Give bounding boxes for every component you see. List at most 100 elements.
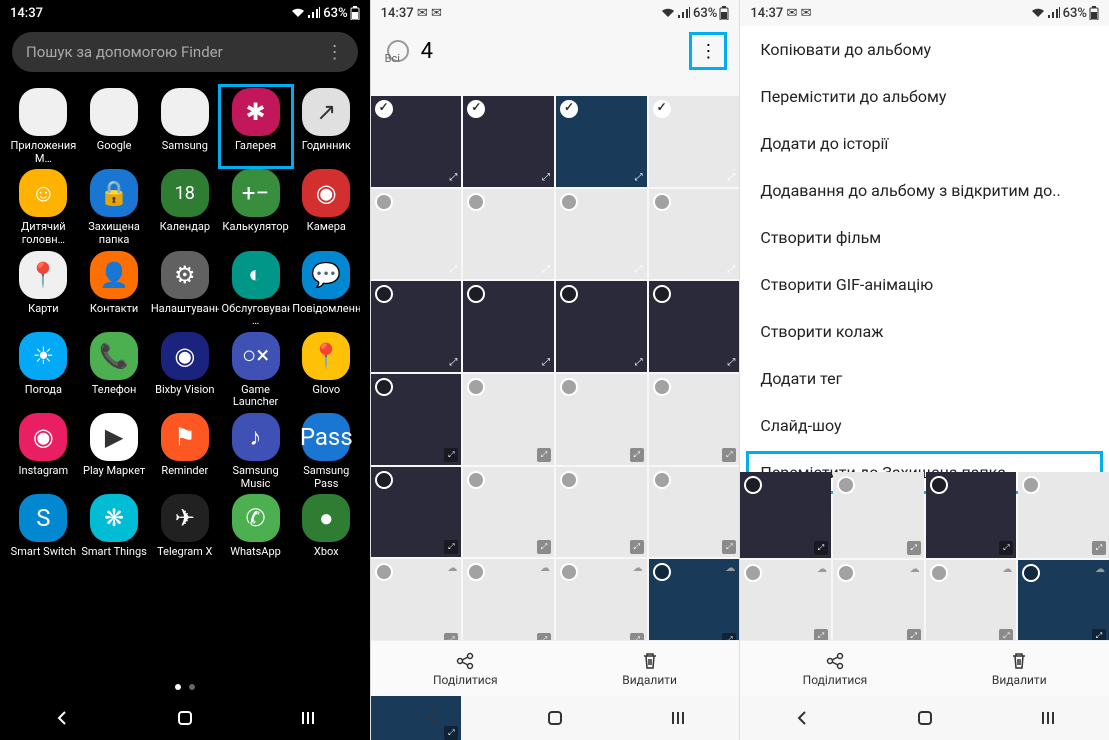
thumb-checkbox[interactable] [375,193,393,211]
more-button[interactable]: ⋮ [693,36,723,66]
app-reminder[interactable]: ⚑Reminder [151,413,219,490]
app-game-launcher[interactable]: ○×Game Launcher [222,332,290,409]
thumbnail[interactable]: ⤢ [556,281,647,372]
thumb-checkbox[interactable] [930,564,948,582]
app-календар[interactable]: 18Календар [151,169,219,246]
thumbnail[interactable]: ⤢☁ [556,559,647,650]
app-google[interactable]: Google [80,88,148,165]
thumbnail[interactable]: ⤢☁ [926,560,1017,646]
menu-item[interactable]: Слайд-шоу [740,402,1109,449]
nav-back[interactable] [52,708,72,728]
thumbnail[interactable]: ⤢ [371,189,462,280]
thumb-checkbox[interactable] [560,285,578,303]
menu-item[interactable]: Створити фільм [740,214,1109,261]
app-годинник[interactable]: ↗Годинник [292,88,360,165]
nav-recent[interactable] [298,708,318,728]
app-обслуговування--[interactable]: ◐Обслуговування … [222,251,290,328]
thumbnail[interactable]: ⤢☁ [463,559,554,650]
app-пов-домлення[interactable]: 💬Повідомлення [292,251,360,328]
app-play-маркет[interactable]: ▶Play Маркет [80,413,148,490]
thumbnail[interactable]: ⤢ [371,96,462,187]
thumbnail[interactable]: ⤢ [1018,472,1109,558]
nav-back[interactable] [422,708,442,728]
thumb-checkbox[interactable] [653,378,671,396]
thumbnail[interactable]: ⤢☁ [371,559,462,650]
thumb-checkbox[interactable] [467,471,485,489]
thumb-checkbox[interactable] [467,100,485,118]
share-button[interactable]: Поділитися [433,651,498,687]
thumbnail[interactable]: ⤢ [463,467,554,558]
thumb-checkbox[interactable] [560,100,578,118]
thumb-checkbox[interactable] [467,285,485,303]
thumb-checkbox[interactable] [375,471,393,489]
share-button[interactable]: Поділитися [803,651,868,687]
app-калькулятор[interactable]: +−Калькулятор [222,169,290,246]
thumb-checkbox[interactable] [653,285,671,303]
app-галерея[interactable]: ✱Галерея [222,88,290,165]
thumb-checkbox[interactable] [744,476,762,494]
app-xbox[interactable]: ●Xbox [292,494,360,559]
nav-home[interactable] [915,708,935,728]
thumb-checkbox[interactable] [744,564,762,582]
thumb-checkbox[interactable] [1022,564,1040,582]
thumb-checkbox[interactable] [467,378,485,396]
menu-item[interactable]: Додати до історії [740,120,1109,167]
thumb-checkbox[interactable] [375,378,393,396]
app-захищена-папка[interactable]: 🔒Захищена папка [80,169,148,246]
app-samsung-music[interactable]: ♪Samsung Music [222,413,290,490]
app-telegram-x[interactable]: ✈Telegram X [151,494,219,559]
thumb-checkbox[interactable] [837,476,855,494]
app-телефон[interactable]: 📞Телефон [80,332,148,409]
thumbnail[interactable]: ⤢ [556,96,647,187]
thumb-checkbox[interactable] [653,193,671,211]
thumbnail[interactable]: ⤢ [371,467,462,558]
thumbnail[interactable]: ⤢ [649,189,740,280]
menu-item[interactable]: Копіювати до альбому [740,26,1109,73]
menu-item[interactable]: Перемістити до альбому [740,73,1109,120]
thumbnail[interactable]: ⤢ [371,374,462,465]
thumb-checkbox[interactable] [930,476,948,494]
app-smart-switch[interactable]: SSmart Switch [9,494,77,559]
finder-search[interactable]: Пошук за допомогою Finder ⋮ [12,32,358,72]
nav-recent[interactable] [1038,708,1058,728]
app-дитячий-головн-[interactable]: ☺Дитячий головн… [9,169,77,246]
nav-back[interactable] [792,708,812,728]
thumbnail[interactable]: ⤢ [463,96,554,187]
thumb-checkbox[interactable] [653,563,671,581]
menu-item[interactable]: Додати тег [740,355,1109,402]
thumbnail[interactable]: ⤢ [649,374,740,465]
app-samsung-pass[interactable]: PassSamsung Pass [292,413,360,490]
app-налаштування[interactable]: ⚙Налаштування [151,251,219,328]
app-smart-things[interactable]: ❋Smart Things [80,494,148,559]
app-погода[interactable]: ☀Погода [9,332,77,409]
app-контакти[interactable]: 👤Контакти [80,251,148,328]
thumbnail[interactable]: ⤢☁ [1018,560,1109,646]
app-whatsapp[interactable]: ✆WhatsApp [222,494,290,559]
thumbnail[interactable]: ⤢☁ [649,559,740,650]
delete-button[interactable]: Видалити [992,651,1047,687]
thumb-checkbox[interactable] [653,471,671,489]
thumb-checkbox[interactable] [560,471,578,489]
thumbnail[interactable]: ⤢ [463,281,554,372]
thumbnail[interactable]: ⤢ [833,472,924,558]
thumb-checkbox[interactable] [560,193,578,211]
thumbnail[interactable]: ⤢ [649,96,740,187]
app-камера[interactable]: ◉Камера [292,169,360,246]
app-instagram[interactable]: ◉Instagram [9,413,77,490]
thumb-checkbox[interactable] [375,563,393,581]
search-more-icon[interactable]: ⋮ [326,42,344,63]
thumb-checkbox[interactable] [560,378,578,396]
thumbnail[interactable]: ⤢ [556,189,647,280]
app-samsung[interactable]: Samsung [151,88,219,165]
app-glovo[interactable]: 📍Glovo [292,332,360,409]
thumb-checkbox[interactable] [1022,476,1040,494]
thumbnail[interactable]: ⤢ [649,281,740,372]
thumbnail[interactable]: ⤢ [556,374,647,465]
thumbnail[interactable]: ⤢ [371,281,462,372]
thumbnail[interactable]: ⤢ [463,189,554,280]
menu-item[interactable]: Створити GIF-анімацію [740,261,1109,308]
thumbnail[interactable]: ⤢ [649,467,740,558]
app-bixby-vision[interactable]: ◉Bixby Vision [151,332,219,409]
thumbnail[interactable]: ⤢ [463,374,554,465]
menu-item[interactable]: Створити колаж [740,308,1109,355]
